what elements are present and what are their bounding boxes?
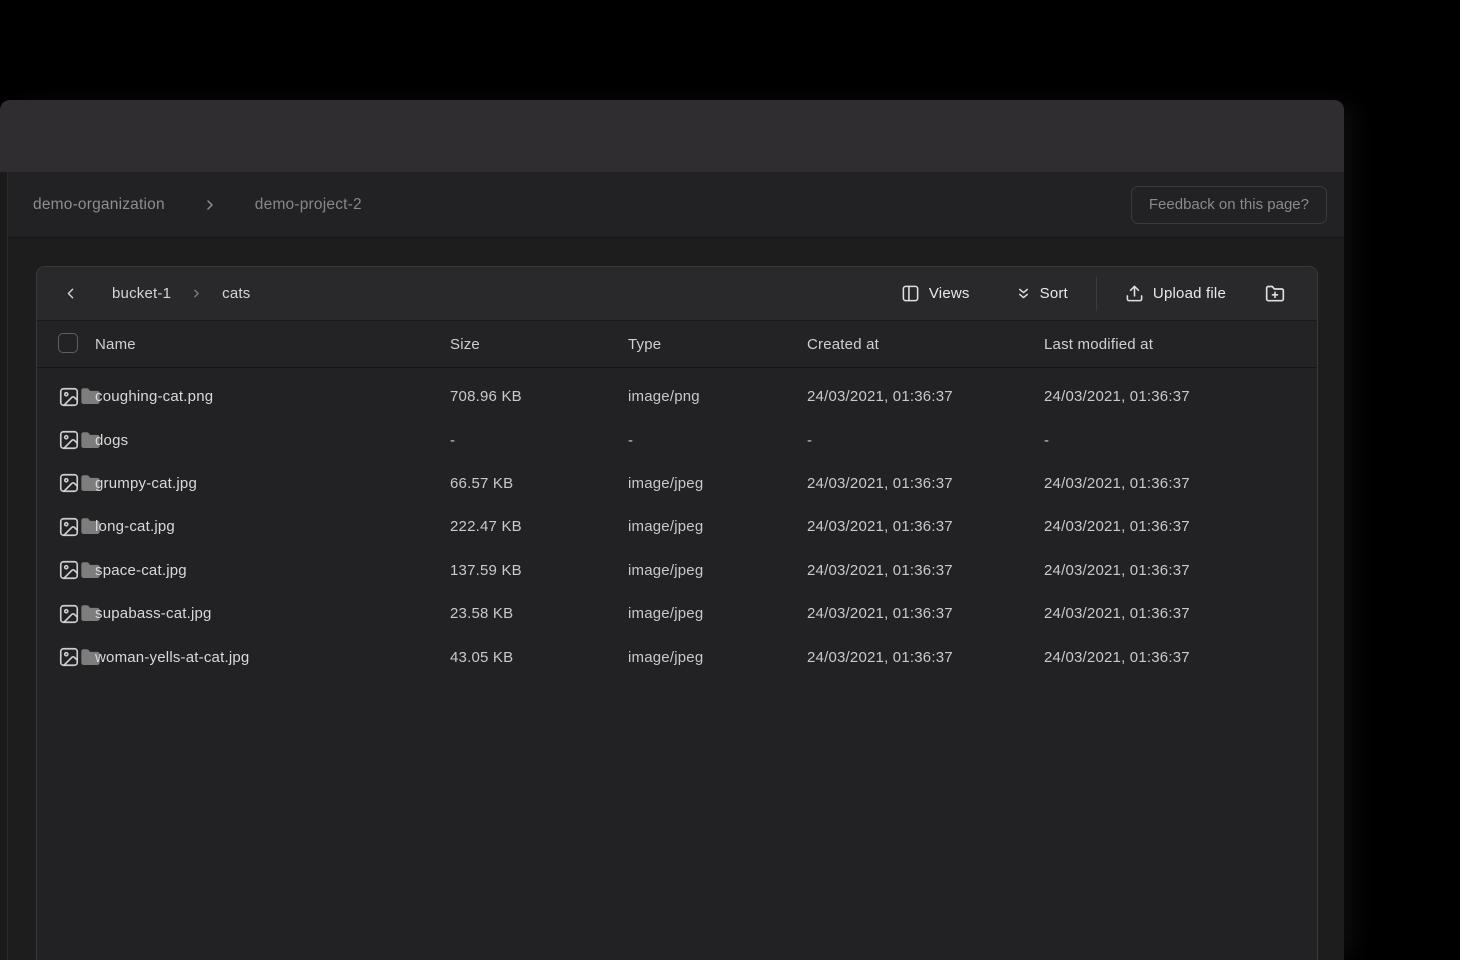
file-created-at: 24/03/2021, 01:36:37 xyxy=(807,388,1044,405)
file-last-modified-at: 24/03/2021, 01:36:37 xyxy=(1044,475,1317,492)
table-row[interactable]: woman-yells-at-cat.jpg 43.05 KB image/jp… xyxy=(37,635,1317,678)
toolbar-divider xyxy=(1096,277,1097,311)
table-row[interactable]: space-cat.jpg 137.59 KB image/jpeg 24/03… xyxy=(37,549,1317,592)
window-topbar xyxy=(0,100,1344,172)
file-size: 222.47 KB xyxy=(450,518,628,535)
file-name: long-cat.jpg xyxy=(95,518,450,535)
breadcrumb-organization[interactable]: demo-organization xyxy=(33,196,165,214)
upload-file-button-label: Upload file xyxy=(1153,285,1226,302)
file-last-modified-at: 24/03/2021, 01:36:37 xyxy=(1044,562,1317,579)
storage-explorer-card: bucket-1 cats Views xyxy=(36,266,1318,960)
image-file-icon xyxy=(58,559,80,581)
file-created-at: 24/03/2021, 01:36:37 xyxy=(807,475,1044,492)
explorer-toolbar: bucket-1 cats Views xyxy=(37,267,1317,321)
file-name: dogs xyxy=(95,432,450,449)
table-row[interactable]: coughing-cat.png 708.96 KB image/png 24/… xyxy=(37,375,1317,418)
file-last-modified-at: - xyxy=(1044,432,1317,449)
file-type: - xyxy=(628,432,807,449)
file-last-modified-at: 24/03/2021, 01:36:37 xyxy=(1044,518,1317,535)
chevrons-down-icon xyxy=(1016,286,1031,301)
panel-columns-icon xyxy=(901,284,920,303)
file-size: 137.59 KB xyxy=(450,562,628,579)
file-size: 23.58 KB xyxy=(450,605,628,622)
file-type: image/jpeg xyxy=(628,475,807,492)
chevron-right-icon xyxy=(202,197,218,213)
window-left-edge xyxy=(0,172,8,960)
file-last-modified-at: 24/03/2021, 01:36:37 xyxy=(1044,388,1317,405)
table-row[interactable]: supabass-cat.jpg 23.58 KB image/jpeg 24/… xyxy=(37,592,1317,635)
file-name: supabass-cat.jpg xyxy=(95,605,450,622)
column-header-type: Type xyxy=(628,336,807,353)
file-type: image/png xyxy=(628,388,807,405)
file-type: image/jpeg xyxy=(628,562,807,579)
table-row[interactable]: dogs - - - - xyxy=(37,418,1317,461)
file-name: grumpy-cat.jpg xyxy=(95,475,450,492)
file-size: - xyxy=(450,432,628,449)
folder-plus-icon xyxy=(1265,284,1285,304)
upload-icon xyxy=(1125,284,1144,303)
file-type: image/jpeg xyxy=(628,649,807,666)
views-button[interactable]: Views xyxy=(886,276,985,312)
views-button-label: Views xyxy=(929,285,970,302)
file-name: space-cat.jpg xyxy=(95,562,450,579)
image-file-icon xyxy=(58,386,80,408)
sort-button[interactable]: Sort xyxy=(1001,276,1083,312)
file-created-at: 24/03/2021, 01:36:37 xyxy=(807,649,1044,666)
chevron-left-icon xyxy=(62,285,79,302)
column-header-name: Name xyxy=(95,336,450,353)
bucket-breadcrumb: bucket-1 cats xyxy=(112,285,250,302)
file-created-at: 24/03/2021, 01:36:37 xyxy=(807,518,1044,535)
file-name: coughing-cat.png xyxy=(95,388,450,405)
file-created-at: 24/03/2021, 01:36:37 xyxy=(807,605,1044,622)
toolbar-actions: Views Sort Up xyxy=(886,276,1295,312)
breadcrumb-folder[interactable]: cats xyxy=(222,285,250,302)
file-last-modified-at: 24/03/2021, 01:36:37 xyxy=(1044,649,1317,666)
sort-button-label: Sort xyxy=(1040,285,1068,302)
image-file-icon xyxy=(58,472,80,494)
column-header-size: Size xyxy=(450,336,628,353)
image-file-icon xyxy=(58,603,80,625)
column-header-created-at: Created at xyxy=(807,336,1044,353)
create-folder-button[interactable] xyxy=(1255,276,1295,312)
file-type: image/jpeg xyxy=(628,605,807,622)
table-body: coughing-cat.png 708.96 KB image/png 24/… xyxy=(37,368,1317,960)
file-name: woman-yells-at-cat.jpg xyxy=(95,649,450,666)
chevron-right-icon xyxy=(190,287,203,300)
image-file-icon xyxy=(58,429,80,451)
back-button[interactable] xyxy=(61,282,79,306)
file-type: image/jpeg xyxy=(628,518,807,535)
table-row[interactable]: grumpy-cat.jpg 66.57 KB image/jpeg 24/03… xyxy=(37,462,1317,505)
table-row[interactable]: long-cat.jpg 222.47 KB image/jpeg 24/03/… xyxy=(37,505,1317,548)
file-last-modified-at: 24/03/2021, 01:36:37 xyxy=(1044,605,1317,622)
image-file-icon xyxy=(58,646,80,668)
select-all-checkbox[interactable] xyxy=(58,333,78,353)
file-size: 66.57 KB xyxy=(450,475,628,492)
breadcrumb-project[interactable]: demo-project-2 xyxy=(255,196,362,214)
file-created-at: - xyxy=(807,432,1044,449)
feedback-button[interactable]: Feedback on this page? xyxy=(1131,186,1327,224)
page-background: demo-organization demo-project-2 Feedbac… xyxy=(0,0,1460,960)
upload-file-button[interactable]: Upload file xyxy=(1110,276,1241,312)
project-nav-bar: demo-organization demo-project-2 Feedbac… xyxy=(0,172,1344,238)
file-size: 708.96 KB xyxy=(450,388,628,405)
breadcrumb: demo-organization demo-project-2 xyxy=(33,196,362,214)
breadcrumb-bucket[interactable]: bucket-1 xyxy=(112,285,171,302)
file-size: 43.05 KB xyxy=(450,649,628,666)
table-header: Name Size Type Created at Last modified … xyxy=(37,321,1317,368)
file-created-at: 24/03/2021, 01:36:37 xyxy=(807,562,1044,579)
image-file-icon xyxy=(58,516,80,538)
column-header-last-modified-at: Last modified at xyxy=(1044,336,1317,353)
app-window: demo-organization demo-project-2 Feedbac… xyxy=(0,100,1344,960)
content-area: bucket-1 cats Views xyxy=(0,238,1344,960)
